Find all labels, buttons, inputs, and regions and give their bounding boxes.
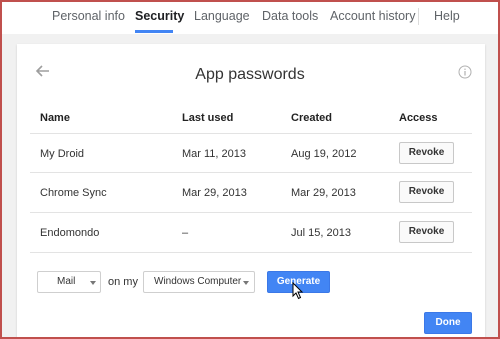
top-nav: Personal info Security Language Data too… — [0, 0, 500, 34]
column-header-name: Name — [40, 112, 70, 124]
on-my-label: on my — [108, 276, 138, 288]
row-created: Jul 15, 2013 — [291, 227, 351, 239]
app-select[interactable]: Mail — [37, 271, 101, 293]
revoke-button[interactable]: Revoke — [399, 221, 454, 243]
row-created: Mar 29, 2013 — [291, 187, 356, 199]
row-last-used: Mar 11, 2013 — [182, 148, 247, 160]
row-divider — [30, 252, 472, 253]
device-select-value: Windows Computer — [154, 276, 242, 287]
revoke-button[interactable]: Revoke — [399, 142, 454, 164]
tab-language[interactable]: Language — [194, 0, 250, 32]
app-select-value: Mail — [57, 276, 76, 287]
row-name: My Droid — [40, 148, 85, 160]
tab-account-history[interactable]: Account history — [330, 0, 415, 32]
chevron-down-icon — [90, 281, 96, 285]
column-header-created: Created — [291, 112, 332, 124]
row-name: Chrome Sync — [40, 187, 107, 199]
row-divider — [30, 212, 472, 213]
tab-data-tools[interactable]: Data tools — [262, 0, 318, 32]
revoke-button[interactable]: Revoke — [399, 181, 454, 203]
nav-divider — [418, 8, 419, 25]
row-divider — [30, 172, 472, 173]
mouse-pointer-icon — [292, 282, 304, 300]
chevron-down-icon — [243, 281, 249, 285]
info-icon[interactable] — [458, 65, 472, 79]
row-name: Endomondo — [40, 227, 100, 239]
header-divider — [30, 133, 472, 134]
column-header-access: Access — [399, 112, 438, 124]
tab-personal-info[interactable]: Personal info — [52, 0, 125, 32]
done-button[interactable]: Done — [424, 312, 472, 334]
tab-security[interactable]: Security — [135, 0, 184, 32]
row-created: Aug 19, 2012 — [291, 148, 357, 160]
row-last-used: – — [182, 227, 189, 239]
column-header-last-used: Last used — [182, 112, 234, 124]
active-tab-indicator — [135, 30, 173, 33]
page-title: App passwords — [195, 66, 305, 83]
row-last-used: Mar 29, 2013 — [182, 187, 247, 199]
device-select[interactable]: Windows Computer — [143, 271, 255, 293]
tab-help[interactable]: Help — [434, 0, 460, 32]
